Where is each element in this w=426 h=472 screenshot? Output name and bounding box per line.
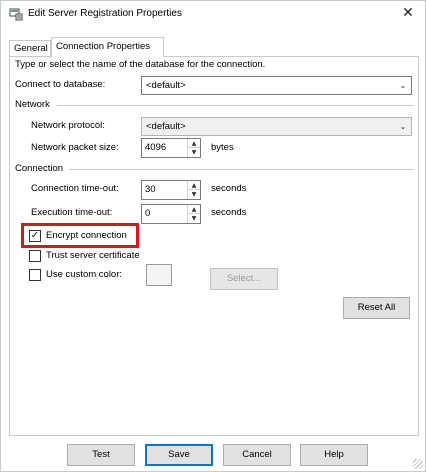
packet-size-value: 4096 [145, 142, 167, 153]
packet-size-spin-buttons: ▲ ▼ [187, 139, 200, 157]
instruction-text: Type or select the name of the database … [15, 59, 266, 70]
network-protocol-label: Network protocol: [31, 120, 105, 131]
close-icon: ✕ [402, 5, 414, 21]
network-protocol-value: <default> [146, 121, 186, 132]
chevron-down-icon: ⌄ [399, 122, 407, 131]
tab-connection-properties[interactable]: Connection Properties [51, 37, 164, 57]
chevron-down-icon: ⌄ [399, 81, 407, 90]
execution-timeout-value: 0 [145, 208, 151, 219]
save-button[interactable]: Save [145, 444, 213, 466]
checkbox-box [29, 250, 41, 262]
encrypt-connection-checkbox[interactable]: ✓ Encrypt connection [29, 230, 139, 244]
execution-timeout-spinner[interactable]: 0 ▲ ▼ [141, 204, 201, 224]
test-button[interactable]: Test [67, 444, 135, 466]
connection-timeout-spinner[interactable]: 30 ▲ ▼ [141, 180, 201, 200]
spin-up-icon[interactable]: ▲ [188, 181, 200, 190]
check-icon: ✓ [29, 230, 41, 242]
network-packet-size-label: Network packet size: [31, 142, 119, 153]
title-bar: Edit Server Registration Properties ✕ [1, 1, 425, 27]
use-custom-color-label: Use custom color: [46, 269, 123, 280]
packet-size-spinner[interactable]: 4096 ▲ ▼ [141, 138, 201, 158]
execution-timeout-spin-buttons: ▲ ▼ [187, 205, 200, 223]
trust-server-certificate-label: Trust server certificate [46, 250, 140, 261]
connect-to-database-label: Connect to database: [15, 79, 106, 90]
spin-down-icon[interactable]: ▼ [188, 190, 200, 199]
checkbox-box [29, 269, 41, 281]
spin-up-icon[interactable]: ▲ [188, 139, 200, 148]
trust-server-certificate-checkbox[interactable]: Trust server certificate [29, 250, 149, 264]
connection-group-label: Connection [15, 163, 64, 174]
connection-timeout-spin-buttons: ▲ ▼ [187, 181, 200, 199]
window-title: Edit Server Registration Properties [28, 8, 182, 19]
encrypt-connection-label: Encrypt connection [46, 230, 127, 241]
connection-timeout-label: Connection time-out: [31, 183, 119, 194]
help-button[interactable]: Help [300, 444, 368, 466]
connect-to-database-value: <default> [146, 80, 186, 91]
server-registration-icon [9, 8, 23, 21]
connection-timeout-value: 30 [145, 184, 156, 195]
reset-all-button[interactable]: Reset All [343, 297, 410, 319]
tab-strip: General Connection Properties [9, 37, 419, 57]
connect-to-database-combo[interactable]: <default> ⌄ [141, 76, 412, 95]
network-divider [57, 105, 413, 106]
packet-size-unit: bytes [211, 142, 234, 153]
close-button[interactable]: ✕ [397, 4, 419, 24]
spin-down-icon[interactable]: ▼ [188, 148, 200, 157]
resize-grip[interactable] [413, 459, 423, 469]
tab-general[interactable]: General [9, 40, 51, 57]
connection-divider [69, 169, 413, 170]
execution-timeout-unit: seconds [211, 207, 247, 218]
execution-timeout-label: Execution time-out: [31, 207, 113, 218]
select-color-button[interactable]: Select... [210, 268, 278, 290]
dialog-window: Edit Server Registration Properties ✕ Ge… [0, 0, 426, 472]
use-custom-color-checkbox[interactable]: Use custom color: [29, 269, 139, 283]
spin-down-icon[interactable]: ▼ [188, 214, 200, 223]
connection-timeout-unit: seconds [211, 183, 247, 194]
cancel-button[interactable]: Cancel [223, 444, 291, 466]
spin-up-icon[interactable]: ▲ [188, 205, 200, 214]
custom-color-swatch[interactable] [146, 264, 172, 286]
network-group-label: Network [15, 99, 50, 110]
network-protocol-combo[interactable]: <default> ⌄ [141, 117, 412, 136]
